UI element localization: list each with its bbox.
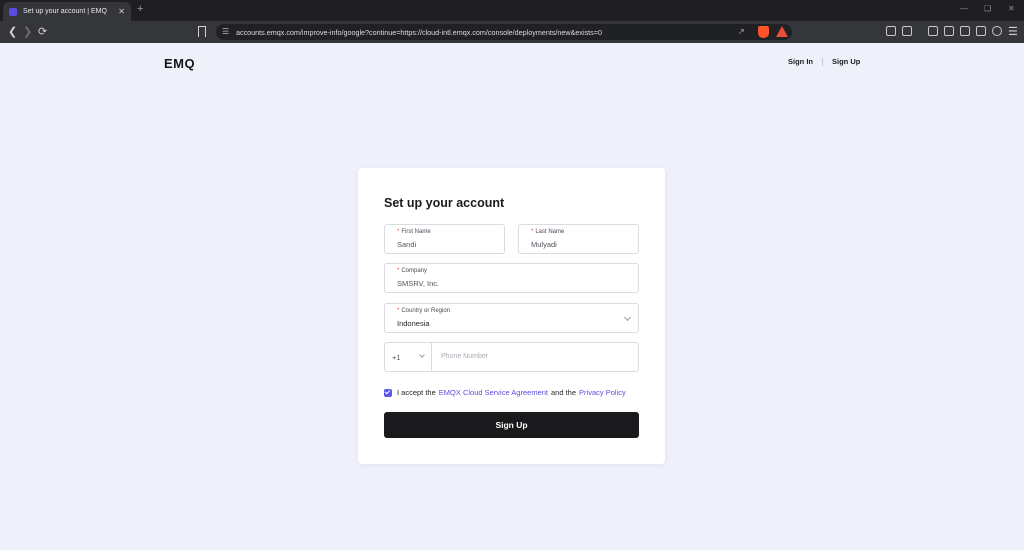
url-text[interactable]: accounts.emqx.com/improve-info/google?co… xyxy=(236,28,602,37)
extensions-icon[interactable] xyxy=(886,26,896,36)
agreement-checkbox[interactable] xyxy=(384,388,392,397)
country-label-text: Country or Region xyxy=(401,308,451,314)
first-name-field[interactable]: * First Name Sandi xyxy=(384,224,505,254)
tab-search-icon[interactable] xyxy=(902,26,912,36)
agreement-row: I accept the EMQX Cloud Service Agreemen… xyxy=(384,388,626,397)
chevron-down-icon[interactable] xyxy=(623,313,632,322)
first-name-label-text: First Name xyxy=(401,229,431,235)
sign-in-link[interactable]: Sign In xyxy=(788,57,813,66)
brave-shield-icon[interactable] xyxy=(758,26,769,38)
emq-logo[interactable]: EMQ xyxy=(164,56,195,71)
phone-field: +1 Phone Number xyxy=(384,342,639,372)
company-field[interactable]: * Company SMSRV, Inc. xyxy=(384,263,639,293)
country-value[interactable]: Indonesia xyxy=(397,319,430,328)
downloads-icon[interactable] xyxy=(928,26,938,36)
reload-icon[interactable]: ⟳ xyxy=(38,25,47,39)
last-name-value[interactable]: Mulyadi xyxy=(531,240,557,249)
page: EMQ Sign In Sign Up Set up your account … xyxy=(0,43,1024,550)
agreement-prefix: I accept the xyxy=(397,388,436,397)
forward-icon[interactable]: ❯ xyxy=(23,25,32,39)
new-tab-icon[interactable]: + xyxy=(137,3,143,15)
browser-toolbar: ❮ ❯ ⟳ ☰ accounts.emqx.com/improve-info/g… xyxy=(0,21,1024,43)
menu-icon[interactable]: ☰ xyxy=(1008,25,1018,39)
restore-icon[interactable]: ❏ xyxy=(984,4,991,13)
chevron-down-icon[interactable] xyxy=(419,352,425,358)
browser-tab[interactable]: Set up your account | EMQ ✕ xyxy=(3,2,131,21)
company-label-text: Company xyxy=(401,268,428,274)
minimize-icon[interactable]: — xyxy=(960,4,968,13)
company-value[interactable]: SMSRV, Inc. xyxy=(397,279,439,288)
bookmark-icon[interactable] xyxy=(198,26,206,37)
sign-up-button[interactable]: Sign Up xyxy=(384,412,639,438)
country-code-value[interactable]: +1 xyxy=(392,353,401,362)
phone-number-input[interactable]: Phone Number xyxy=(441,353,488,360)
agreement-middle: and the xyxy=(551,388,577,397)
brave-rewards-icon[interactable] xyxy=(776,26,788,37)
service-agreement-link[interactable]: EMQX Cloud Service Agreement xyxy=(439,388,548,397)
required-mark: * xyxy=(397,268,400,274)
top-nav: Sign In Sign Up xyxy=(788,57,860,66)
setup-account-card: Set up your account * First Name Sandi * L… xyxy=(358,168,665,464)
share-icon[interactable]: ↗ xyxy=(738,27,745,36)
tab-close-icon[interactable]: ✕ xyxy=(118,7,125,16)
last-name-field[interactable]: * Last Name Mulyadi xyxy=(518,224,639,254)
form-title: Set up your account xyxy=(384,196,505,210)
vpn-icon[interactable] xyxy=(992,26,1002,36)
nav-divider xyxy=(822,57,823,66)
first-name-value[interactable]: Sandi xyxy=(397,240,416,249)
close-window-icon[interactable]: ✕ xyxy=(1008,4,1015,13)
country-label: * Country or Region xyxy=(397,308,450,314)
first-name-label: * First Name xyxy=(397,229,431,235)
emq-favicon-icon xyxy=(9,7,17,16)
privacy-policy-link[interactable]: Privacy Policy xyxy=(579,388,626,397)
sign-up-link[interactable]: Sign Up xyxy=(832,57,860,66)
address-bar[interactable]: ☰ accounts.emqx.com/improve-info/google?… xyxy=(216,24,792,40)
last-name-label-text: Last Name xyxy=(535,229,565,235)
company-label: * Company xyxy=(397,268,427,274)
wallet-icon[interactable] xyxy=(960,26,970,36)
required-mark: * xyxy=(397,308,400,314)
leo-icon[interactable] xyxy=(976,26,986,36)
country-select[interactable]: * Country or Region Indonesia xyxy=(384,303,639,333)
browser-tab-bar: Set up your account | EMQ ✕ + — ❏ ✕ xyxy=(0,0,1024,21)
back-icon[interactable]: ❮ xyxy=(8,25,17,39)
sidebar-icon[interactable] xyxy=(944,26,954,36)
last-name-label: * Last Name xyxy=(531,229,564,235)
required-mark: * xyxy=(397,229,400,235)
required-mark: * xyxy=(531,229,534,235)
country-code-select[interactable]: +1 xyxy=(385,343,432,371)
site-settings-icon[interactable]: ☰ xyxy=(222,27,229,36)
tab-title: Set up your account | EMQ xyxy=(23,8,107,15)
